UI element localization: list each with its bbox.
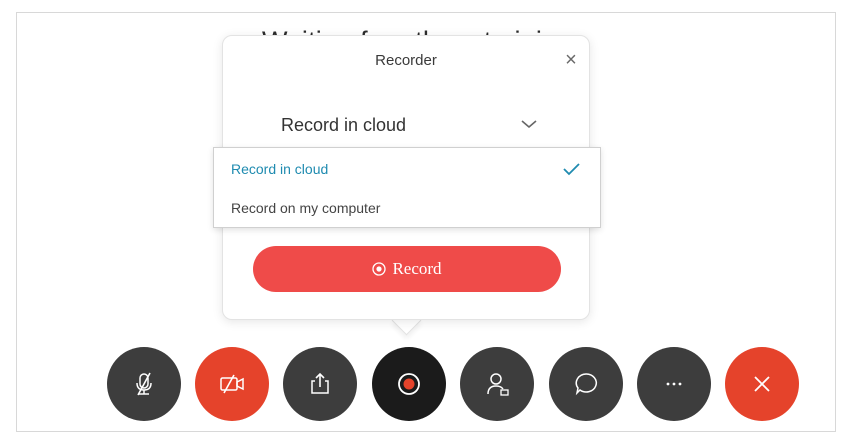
microphone-muted-icon [136, 372, 152, 396]
chat-button[interactable] [549, 347, 623, 421]
record-location-dropdown: Record in cloud Record on my computer [213, 147, 601, 228]
participants-icon [487, 373, 509, 396]
participants-button[interactable] [460, 347, 534, 421]
mute-button[interactable] [107, 347, 181, 421]
option-record-on-computer[interactable]: Record on my computer [214, 190, 600, 228]
recorder-title: Recorder [375, 52, 437, 69]
video-button[interactable] [195, 347, 269, 421]
record-icon [398, 373, 420, 395]
record-button-label: Record [392, 259, 442, 278]
option-label: Record in cloud [231, 161, 329, 177]
record-toggle-button[interactable] [372, 347, 446, 421]
share-button[interactable] [283, 347, 357, 421]
option-record-in-cloud[interactable]: Record in cloud [214, 151, 600, 189]
end-call-button[interactable] [725, 347, 799, 421]
record-button[interactable]: Record [253, 246, 561, 292]
share-icon [311, 372, 329, 394]
more-icon [666, 382, 682, 386]
checkmark-icon [563, 163, 580, 176]
record-location-value: Record in cloud [281, 115, 407, 135]
record-small-icon [372, 262, 387, 276]
close-icon[interactable]: × [561, 50, 581, 70]
record-location-select[interactable]: Record in cloud [271, 106, 547, 142]
more-options-button[interactable] [637, 347, 711, 421]
option-label: Record on my computer [231, 200, 381, 216]
chat-icon [575, 373, 598, 396]
end-call-icon [754, 376, 770, 392]
chevron-down-icon [521, 120, 537, 129]
video-off-icon [220, 374, 244, 394]
